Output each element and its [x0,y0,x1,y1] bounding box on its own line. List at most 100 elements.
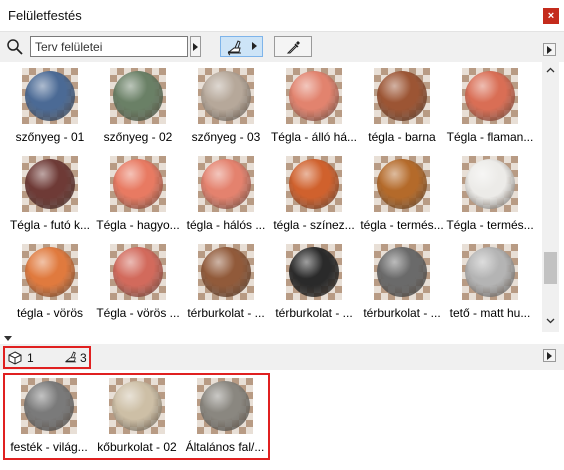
material-label: tégla - vörös [16,306,84,320]
material-thumbnail [462,156,518,212]
material-preview-sphere [25,247,75,297]
material-preview-sphere [465,159,515,209]
material-tile[interactable]: Általános fal/... [181,374,269,462]
material-thumbnail [286,68,342,124]
search-dropdown-button[interactable] [190,36,201,57]
eyedropper-button[interactable] [274,36,312,57]
material-tile[interactable]: szőnyeg - 02 [94,64,182,152]
material-label: Tégla - futó k... [9,218,91,232]
material-tile[interactable]: kőburkolat - 02 [93,374,181,462]
material-preview-sphere [289,247,339,297]
material-preview-sphere [113,247,163,297]
window-title: Felületfestés [8,8,82,23]
material-tile[interactable]: Tégla - flaman... [446,64,534,152]
material-preview-sphere [201,159,251,209]
material-tile[interactable]: térburkolat - ... [270,240,358,328]
material-label: tégla - színez... [273,218,355,232]
material-thumbnail [198,156,254,212]
material-tile[interactable]: tégla - barna [358,64,446,152]
material-scrollbar[interactable] [542,62,559,332]
material-thumbnail [21,378,77,434]
material-thumbnail [110,156,166,212]
material-preview-sphere [465,71,515,121]
material-tile[interactable]: Tégla - álló há... [270,64,358,152]
material-tile[interactable]: Tégla - hagyo... [94,152,182,240]
material-preview-sphere [289,159,339,209]
material-thumbnail [374,68,430,124]
material-preview-sphere [113,71,163,121]
material-tile[interactable]: Tégla - vörös ... [94,240,182,328]
material-tile[interactable]: Tégla - termés... [446,152,534,240]
material-preview-sphere [24,381,74,431]
material-thumbnail [22,68,78,124]
project-surfaces-grid: festék - világ... kőburkolat - 02 Általáno… [3,373,270,460]
scroll-thumb[interactable] [544,252,557,284]
material-preview-sphere [377,247,427,297]
material-label: Tégla - termés... [446,218,534,232]
cube-icon [8,351,22,365]
collapse-triangle-icon[interactable] [4,336,12,341]
material-tile[interactable]: térburkolat - ... [358,240,446,328]
material-label: Tégla - vörös ... [96,306,180,320]
material-thumbnail [374,156,430,212]
material-tile[interactable]: tégla - termés... [358,152,446,240]
material-label: festék - világ... [10,440,88,454]
material-preview-sphere [465,247,515,297]
material-tile[interactable]: szőnyeg - 03 [182,64,270,152]
search-input[interactable] [30,36,188,57]
material-thumbnail [462,244,518,300]
material-label: tégla - termés... [360,218,444,232]
material-tile[interactable]: tégla - hálós ... [182,152,270,240]
material-preview-sphere [113,159,163,209]
selection-counts: 1 3 [3,346,91,369]
material-label: szőnyeg - 01 [15,130,85,144]
paint-brush-icon [65,351,77,363]
material-tile[interactable]: térburkolat - ... [182,240,270,328]
toolbar-menu-button[interactable] [543,43,556,56]
material-label: térburkolat - ... [275,306,353,320]
material-tile[interactable]: szőnyeg - 01 [6,64,94,152]
paint-tool-button[interactable] [220,36,263,57]
material-thumbnail [374,244,430,300]
material-thumbnail [198,244,254,300]
project-surfaces-panel: festék - világ... kőburkolat - 02 Általáno… [0,370,564,470]
scroll-up-icon[interactable] [546,66,555,75]
material-label: szőnyeg - 02 [103,130,173,144]
material-label: térburkolat - ... [187,306,265,320]
surfaces-count: 3 [80,351,87,365]
material-preview-sphere [112,381,162,431]
material-tile[interactable]: tégla - színez... [270,152,358,240]
title-bar: Felületfestés × [0,0,564,32]
bottom-menu-button[interactable] [543,349,556,362]
material-label: Tégla - hagyo... [96,218,180,232]
material-label: térburkolat - ... [363,306,441,320]
material-thumbnail [110,244,166,300]
material-label: szőnyeg - 03 [191,130,261,144]
search-icon[interactable] [6,38,24,56]
material-preview-sphere [201,71,251,121]
material-thumbnail [197,378,253,434]
toolbar [0,32,564,62]
material-tile[interactable]: tégla - vörös [6,240,94,328]
close-button[interactable]: × [543,8,559,24]
material-label: tégla - barna [368,130,436,144]
panel-splitter[interactable] [0,332,564,344]
material-tile[interactable]: tető - matt hu... [446,240,534,328]
material-thumbnail [286,156,342,212]
material-label: Tégla - flaman... [446,130,534,144]
material-label: tető - matt hu... [449,306,531,320]
scroll-down-icon[interactable] [546,316,555,325]
material-thumbnail [109,378,165,434]
material-preview-sphere [25,159,75,209]
material-tile[interactable]: festék - világ... [5,374,93,462]
material-thumbnail [462,68,518,124]
objects-count: 1 [27,351,34,365]
material-thumbnail [110,68,166,124]
material-label: kőburkolat - 02 [97,440,177,454]
eyedropper-icon [286,41,300,54]
material-label: Tégla - álló há... [270,130,358,144]
material-thumbnail [198,68,254,124]
material-tile[interactable]: Tégla - futó k... [6,152,94,240]
paint-brush-icon [227,40,241,56]
material-thumbnail [22,156,78,212]
